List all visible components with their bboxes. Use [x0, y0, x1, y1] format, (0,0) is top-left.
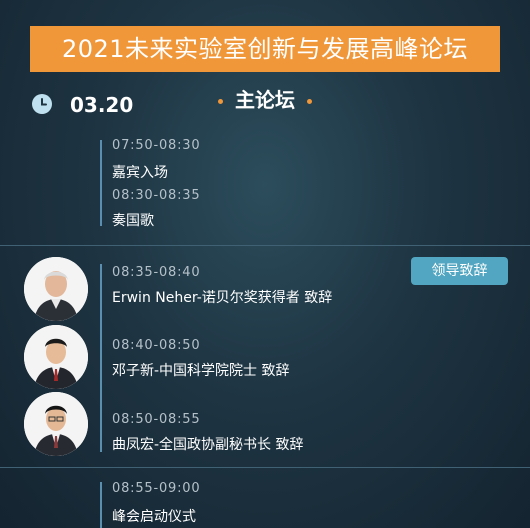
timeline-line — [100, 264, 102, 452]
agenda-time: 08:50-08:55 — [112, 412, 201, 427]
session-title: 主论坛 — [235, 88, 295, 112]
timeline-line — [100, 140, 102, 226]
agenda-time: 08:30-08:35 — [112, 188, 201, 203]
speaker-avatar — [24, 257, 88, 321]
section-divider — [0, 467, 530, 468]
left-dot-decoration — [218, 99, 223, 104]
agenda-time: 08:40-08:50 — [112, 338, 201, 353]
agenda-title: 嘉宾入场 — [112, 165, 168, 181]
speaker-avatar — [24, 392, 88, 456]
leader-speech-tag: 领导致辞 — [411, 257, 508, 285]
agenda-time: 07:50-08:30 — [112, 138, 201, 153]
agenda-time: 08:35-08:40 — [112, 265, 201, 280]
right-dot-decoration — [307, 99, 312, 104]
timeline-line — [100, 482, 102, 528]
agenda-title: 峰会启动仪式 — [112, 509, 196, 525]
session-heading: 主论坛 — [0, 86, 530, 114]
agenda-title: Erwin Neher-诺贝尔奖获得者 致辞 — [112, 290, 333, 306]
agenda-title: 奏国歌 — [112, 213, 154, 229]
agenda-title: 曲凤宏-全国政协副秘书长 致辞 — [112, 437, 304, 453]
agenda-title: 邓子新-中国科学院院士 致辞 — [112, 363, 290, 379]
section-divider — [0, 245, 530, 246]
speaker-avatar — [24, 325, 88, 389]
agenda-time: 08:55-09:00 — [112, 481, 201, 496]
forum-title-banner: 2021未来实验室创新与发展高峰论坛 — [30, 26, 500, 72]
